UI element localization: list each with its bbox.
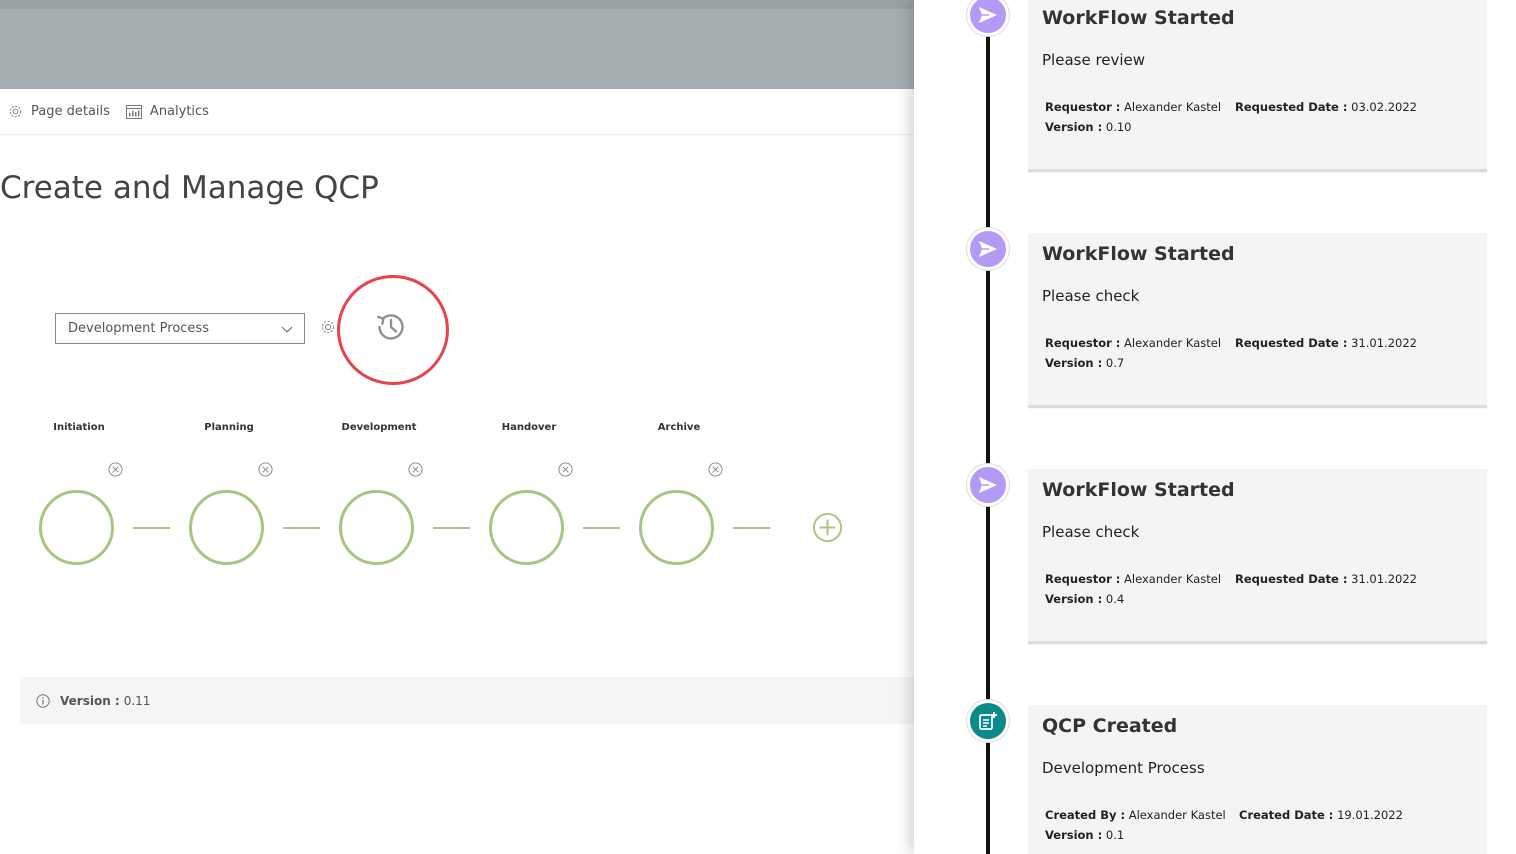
- timeline-node: [967, 700, 1009, 742]
- card-version: Version : 0.7: [1045, 356, 1124, 370]
- card-version: Version : 0.1: [1045, 828, 1124, 842]
- send-icon: [979, 7, 997, 23]
- settings-gear-icon[interactable]: [320, 319, 336, 335]
- phase-connector: [733, 527, 770, 529]
- command-bar: Page details Analytics: [0, 89, 914, 135]
- card-date: Requested Date : 03.02.2022: [1235, 100, 1417, 114]
- date-label: Requested Date :: [1235, 336, 1348, 350]
- timeline-node: [967, 0, 1009, 36]
- card-message: Please review: [1042, 51, 1146, 69]
- date-value: 31.01.2022: [1351, 572, 1417, 586]
- phase-node-handover[interactable]: [489, 490, 564, 565]
- requestor-label: Requestor :: [1045, 572, 1121, 586]
- card-date: Requested Date : 31.01.2022: [1235, 336, 1417, 350]
- chevron-down-icon: [281, 326, 293, 333]
- requestor-value: Alexander Kastel: [1124, 336, 1222, 350]
- page-background: Page details Analytics Create and Manage…: [0, 0, 914, 854]
- phase-connector: [433, 527, 470, 529]
- timeline-card: QCP Created Development Process Created …: [1028, 705, 1487, 854]
- phase-label: Handover: [501, 422, 557, 433]
- timeline-card: WorkFlow Started Please check Requestor …: [1028, 469, 1487, 644]
- remove-phase-icon[interactable]: [258, 462, 273, 477]
- card-version-label: Version :: [1045, 828, 1103, 842]
- card-version: Version : 0.4: [1045, 592, 1124, 606]
- timeline-node: [967, 228, 1009, 270]
- version-label: Version :: [60, 693, 120, 708]
- card-requestor: Requestor : Alexander Kastel: [1045, 572, 1221, 586]
- page-title: Create and Manage QCP: [0, 170, 379, 206]
- card-message: Please check: [1042, 287, 1140, 305]
- card-version-label: Version :: [1045, 120, 1103, 134]
- phase-node-development[interactable]: [339, 490, 414, 565]
- card-message: Please check: [1042, 523, 1140, 541]
- card-created-by: Created By : Alexander Kastel: [1045, 808, 1226, 822]
- page-details-label: Page details: [31, 104, 110, 119]
- date-label: Requested Date :: [1235, 572, 1348, 586]
- phase-label: Development: [341, 422, 417, 433]
- requestor-value: Alexander Kastel: [1124, 572, 1222, 586]
- remove-phase-icon[interactable]: [708, 462, 723, 477]
- date-label: Requested Date :: [1235, 100, 1348, 114]
- date-value: 31.01.2022: [1351, 336, 1417, 350]
- version-bar: Version : 0.11: [20, 677, 914, 724]
- card-requestor: Requestor : Alexander Kastel: [1045, 336, 1221, 350]
- requestor-label: Requestor :: [1045, 336, 1121, 350]
- card-title: WorkFlow Started: [1042, 479, 1235, 501]
- phase-label: Archive: [657, 422, 701, 433]
- date-value: 03.02.2022: [1351, 100, 1417, 114]
- card-message: Development Process: [1042, 759, 1205, 777]
- phase-connector: [283, 527, 320, 529]
- phase-label: Initiation: [53, 422, 105, 433]
- card-title: QCP Created: [1042, 715, 1178, 737]
- info-icon: [36, 693, 50, 708]
- analytics-icon: [125, 104, 142, 119]
- requestor-value: Alexander Kastel: [1124, 100, 1222, 114]
- card-version-value: 0.1: [1105, 828, 1125, 842]
- remove-phase-icon[interactable]: [108, 462, 123, 477]
- created-by-value: Alexander Kastel: [1128, 808, 1226, 822]
- card-date: Requested Date : 31.01.2022: [1235, 572, 1417, 586]
- page-header-banner: [0, 0, 914, 89]
- created-date-value: 19.01.2022: [1337, 808, 1403, 822]
- card-version: Version : 0.10: [1045, 120, 1132, 134]
- card-version-label: Version :: [1045, 356, 1103, 370]
- document-add-icon: [979, 712, 997, 730]
- created-by-label: Created By :: [1045, 808, 1126, 822]
- history-panel: WorkFlow Started Please review Requestor…: [914, 0, 1516, 854]
- timeline-card: WorkFlow Started Please check Requestor …: [1028, 233, 1487, 408]
- add-phase-icon[interactable]: [812, 512, 843, 543]
- card-version-value: 0.10: [1105, 120, 1132, 134]
- analytics-button[interactable]: Analytics: [125, 104, 209, 119]
- send-icon: [979, 477, 997, 493]
- phase-connector: [583, 527, 620, 529]
- timeline-node: [967, 464, 1009, 506]
- gear-icon: [9, 105, 22, 118]
- phase-node-archive[interactable]: [639, 490, 714, 565]
- card-version-value: 0.4: [1105, 592, 1125, 606]
- phase-label: Planning: [204, 422, 254, 433]
- card-requestor: Requestor : Alexander Kastel: [1045, 100, 1221, 114]
- version-value: 0.11: [123, 693, 151, 708]
- phase-connector: [133, 527, 170, 529]
- card-title: WorkFlow Started: [1042, 7, 1235, 29]
- phase-node-initiation[interactable]: [39, 490, 114, 565]
- remove-phase-icon[interactable]: [558, 462, 573, 477]
- send-icon: [979, 241, 997, 257]
- card-version-label: Version :: [1045, 592, 1103, 606]
- phase-node-planning[interactable]: [189, 490, 264, 565]
- requestor-label: Requestor :: [1045, 100, 1121, 114]
- process-dropdown[interactable]: Development Process: [55, 313, 305, 344]
- card-title: WorkFlow Started: [1042, 243, 1235, 265]
- card-version-value: 0.7: [1105, 356, 1125, 370]
- banner-top-strip: [0, 0, 914, 9]
- remove-phase-icon[interactable]: [408, 462, 423, 477]
- process-dropdown-value: Development Process: [68, 321, 209, 336]
- card-created-date: Created Date : 19.01.2022: [1239, 808, 1403, 822]
- page-details-button[interactable]: Page details: [8, 104, 110, 119]
- history-icon[interactable]: [373, 309, 409, 345]
- analytics-label: Analytics: [149, 104, 209, 119]
- timeline-card: WorkFlow Started Please review Requestor…: [1028, 0, 1487, 172]
- created-date-label: Created Date :: [1239, 808, 1334, 822]
